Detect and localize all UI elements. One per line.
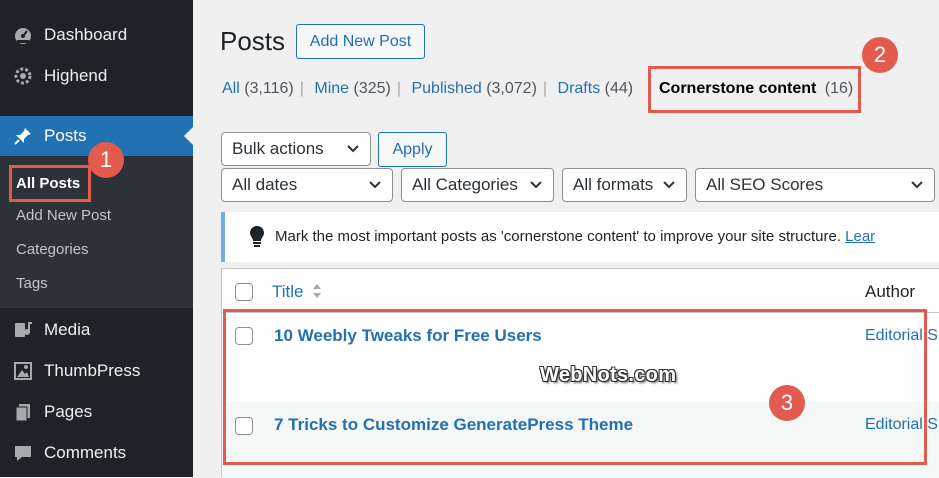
seo-scores-filter-value: All SEO Scores — [706, 175, 824, 194]
sidebar-item-label: Comments — [44, 443, 127, 462]
callout-badge-1: 1 — [88, 142, 124, 178]
view-count: (325) — [353, 80, 391, 97]
seo-scores-filter-select[interactable]: All SEO Scores — [695, 168, 935, 202]
categories-filter-select[interactable]: All Categories — [401, 168, 554, 202]
submenu-add-new-post[interactable]: Add New Post — [16, 207, 111, 224]
lightbulb-icon — [250, 226, 264, 247]
callout-box-3 — [223, 309, 927, 465]
dates-filter-value: All dates — [232, 175, 298, 194]
current-menu-arrow — [184, 127, 193, 145]
sidebar-item-thumbpress[interactable]: ThumbPress — [0, 351, 193, 391]
view-published[interactable]: Published — [411, 80, 481, 97]
sidebar-item-label: Dashboard — [44, 25, 128, 44]
categories-filter-value: All Categories — [412, 175, 518, 194]
table-header: Title Author — [222, 269, 939, 313]
callout-badge-2: 2 — [862, 37, 898, 73]
media-icon — [12, 319, 34, 341]
notice-message: Mark the most important posts as 'corner… — [275, 228, 841, 245]
view-drafts[interactable]: Drafts — [558, 80, 601, 97]
add-new-post-button[interactable]: Add New Post — [296, 24, 425, 59]
sort-icon[interactable] — [312, 281, 322, 301]
post-status-views: All (3,116) | Mine (325) | Published (3,07… — [222, 80, 633, 98]
sidebar-item-media[interactable]: Media — [0, 310, 193, 350]
chevron-down-icon — [347, 145, 359, 153]
admin-sidebar: Dashboard Highend Posts All Posts Add Ne… — [0, 0, 193, 477]
view-separator: | — [396, 80, 402, 97]
dashboard-icon — [12, 24, 34, 46]
sidebar-item-pages[interactable]: Pages — [0, 392, 193, 432]
sidebar-item-label: Highend — [44, 66, 108, 85]
view-count: (3,116) — [244, 80, 294, 97]
callout-badge-3: 3 — [769, 385, 805, 421]
view-count: (44) — [604, 80, 634, 97]
pushpin-icon — [12, 125, 34, 147]
callout-box-2 — [648, 66, 861, 113]
watermark-logo: WebNots.com — [540, 364, 677, 386]
comments-icon — [12, 442, 34, 464]
column-author: Author — [865, 282, 916, 301]
bulk-actions-select[interactable]: Bulk actions — [221, 132, 371, 166]
submenu-categories[interactable]: Categories — [16, 241, 89, 258]
callout-box-1 — [9, 165, 91, 202]
sidebar-item-label: Pages — [44, 402, 93, 421]
bulk-actions-value: Bulk actions — [232, 139, 324, 158]
view-separator: | — [542, 80, 548, 97]
chevron-down-icon — [530, 181, 542, 189]
submenu-tags[interactable]: Tags — [16, 275, 48, 292]
chevron-down-icon — [911, 181, 923, 189]
view-count: (3,072) — [486, 80, 537, 97]
column-title-sort[interactable]: Title — [272, 282, 304, 302]
sidebar-item-label: ThumbPress — [44, 361, 141, 380]
view-mine[interactable]: Mine — [314, 80, 349, 97]
highend-icon — [12, 65, 34, 87]
dates-filter-select[interactable]: All dates — [221, 168, 393, 202]
chevron-down-icon — [663, 181, 675, 189]
formats-filter-select[interactable]: All formats — [562, 168, 687, 202]
pages-icon — [12, 401, 34, 423]
view-all[interactable]: All — [222, 80, 240, 97]
page-title: Posts — [220, 26, 286, 56]
notice-text: Mark the most important posts as 'corner… — [275, 228, 875, 245]
cornerstone-notice: Mark the most important posts as 'corner… — [221, 212, 939, 262]
select-all-checkbox[interactable] — [235, 283, 253, 301]
view-separator: | — [299, 80, 304, 97]
sidebar-item-comments[interactable]: Comments — [0, 433, 193, 473]
formats-filter-value: All formats — [573, 175, 654, 194]
apply-button[interactable]: Apply — [378, 132, 447, 167]
sidebar-item-dashboard[interactable]: Dashboard — [0, 15, 193, 55]
sidebar-item-highend[interactable]: Highend — [0, 56, 193, 96]
sidebar-item-label: Posts — [44, 126, 87, 145]
sidebar-item-label: Media — [44, 320, 91, 339]
chevron-down-icon — [369, 181, 381, 189]
notice-learn-more-link[interactable]: Lear — [845, 228, 875, 245]
image-icon — [12, 360, 34, 382]
